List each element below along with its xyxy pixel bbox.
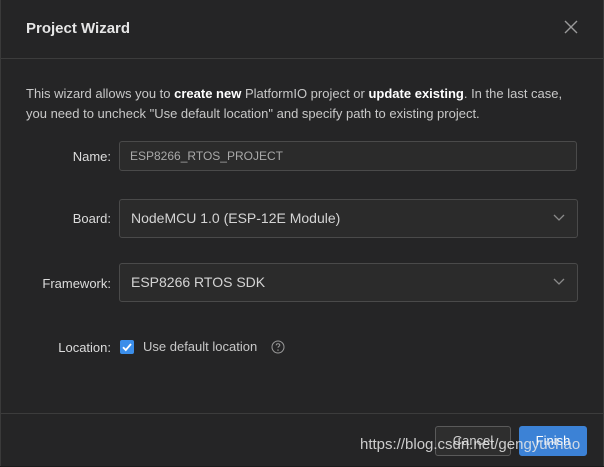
project-name-value: ESP8266_RTOS_PROJECT [130,149,283,163]
chevron-down-icon [553,214,565,221]
description-text-2: PlatformIO project or [241,86,369,101]
description-bold-update-existing: update existing [368,86,464,101]
chevron-down-icon [553,278,565,285]
close-button[interactable] [561,17,581,37]
location-label: Location: [58,340,111,355]
dialog-header: Project Wizard [1,0,603,59]
board-selected-value: NodeMCU 1.0 (ESP-12E Module) [131,210,341,226]
dialog-title: Project Wizard [26,20,131,37]
project-name-input[interactable]: ESP8266_RTOS_PROJECT [119,141,577,171]
wizard-description: This wizard allows you to create new Pla… [26,84,581,124]
finish-button[interactable]: Finish [519,426,587,456]
project-wizard-dialog: Project Wizard This wizard allows you to… [0,0,604,466]
framework-label: Framework: [42,276,111,291]
help-icon[interactable] [271,340,285,354]
cancel-button[interactable]: Cancel [435,426,511,456]
framework-select[interactable]: ESP8266 RTOS SDK [119,263,578,302]
framework-selected-value: ESP8266 RTOS SDK [131,274,266,290]
name-label: Name: [72,149,111,164]
board-select[interactable]: NodeMCU 1.0 (ESP-12E Module) [119,199,578,238]
check-icon [122,343,132,352]
description-text-1: This wizard allows you to [26,86,175,101]
use-default-location-label[interactable]: Use default location [143,339,257,354]
use-default-location-checkbox[interactable] [120,340,134,354]
dialog-footer: Cancel Finish [1,413,603,467]
description-bold-create-new: create new [174,86,242,101]
board-label: Board: [72,211,111,226]
close-icon [564,20,578,34]
